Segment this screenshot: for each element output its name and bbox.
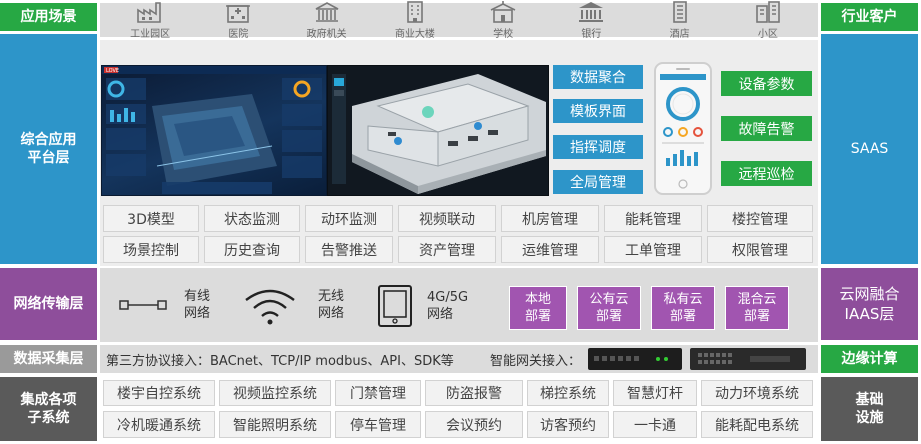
gateway-device-1 [588,348,682,370]
feature-status-monitor[interactable]: 状态监测 [204,205,300,232]
dashboard-screenshot: LOVE [101,65,327,196]
gateway-device-2 [690,348,806,370]
wireless-label: 无线 网络 [318,289,345,321]
label-iaas: 云网融合 IAAS层 [821,268,918,340]
government-icon [315,2,339,22]
subsystem-one-card[interactable]: 一卡通 [613,411,697,438]
bank-icon [579,2,604,22]
factory-icon [137,2,161,23]
school-icon [490,1,516,23]
scene-label: 商业大楼 [394,29,435,40]
subsystem-video-surveillance[interactable]: 视频监控系统 [219,380,331,406]
scene-hotel: 酒店 [640,0,720,40]
feature-env-monitor[interactable]: 动环监测 [305,205,393,232]
feature-workorder-mgmt[interactable]: 工单管理 [604,236,702,263]
scene-bank: 银行 [551,0,631,40]
subsystem-smart-lighting[interactable]: 智能照明系统 [219,411,331,438]
hospital-icon [226,5,251,23]
scene-residential: 小区 [728,0,808,40]
feature-om-mgmt[interactable]: 运维管理 [501,236,599,263]
scene-industrial-park: 工业园区 [110,0,190,40]
feature-datacenter-mgmt[interactable]: 机房管理 [501,205,599,232]
gateway-device-graphic [594,356,668,361]
network-cellular: 4G/5G 网络 [375,283,485,329]
deploy-public-cloud[interactable]: 公有云 部署 [577,286,641,330]
subsystem-meeting-booking[interactable]: 会议预约 [425,411,523,438]
feature-3d-model[interactable]: 3D模型 [103,205,199,232]
label-edge: 边缘计算 [821,345,918,373]
feature-asset-mgmt[interactable]: 资产管理 [398,236,496,263]
phone-mockup [654,62,712,195]
label-customers: 行业客户 [821,3,918,31]
scene-school: 学校 [463,0,543,40]
scene-government: 政府机关 [287,0,367,40]
feature-energy-mgmt[interactable]: 能耗管理 [604,205,702,232]
scene-label: 医院 [228,29,249,40]
label-platform-layer: 综合应用 平台层 [0,34,97,264]
label-integration-layer: 集成各项 子系统 [0,377,97,441]
dashboard-badge: LOVE [106,68,119,74]
protocols-text: 第三方协议接入：BACnet、TCP/IP modbus、API、SDK等 [106,354,454,369]
label-scenes: 应用场景 [0,3,97,31]
scene-label: 酒店 [669,29,690,40]
residential-icon [756,1,780,23]
subsystem-intrusion-alarm[interactable]: 防盗报警 [425,380,523,406]
wired-label: 有线 网络 [184,289,211,321]
tablet-icon [378,285,412,327]
network-wired: 有线 网络 [118,285,228,325]
btn-data-aggregation[interactable]: 数据聚合 [553,65,643,89]
wifi-icon [245,289,295,325]
hotel-icon [672,1,687,23]
switch-device-graphic [698,353,790,364]
subsystem-visitor-booking[interactable]: 访客预约 [527,411,609,438]
btn-template-ui[interactable]: 模板界面 [553,99,643,123]
feature-video-linkage[interactable]: 视频联动 [398,205,496,232]
subsystem-parking[interactable]: 停车管理 [335,411,421,438]
btn-device-params[interactable]: 设备参数 [721,71,812,96]
dashboard-graphic: LOVE [102,66,326,194]
deploy-private-cloud[interactable]: 私有云 部署 [651,286,715,330]
deploy-local[interactable]: 本地 部署 [509,286,567,330]
btn-global-management[interactable]: 全局管理 [553,170,643,194]
scene-label: 工业园区 [130,29,171,40]
feature-history-query[interactable]: 历史查询 [204,236,300,263]
label-collect-layer: 数据采集层 [0,345,97,373]
subsystem-hvac[interactable]: 冷机暖通系统 [103,411,215,438]
scene-label: 银行 [581,29,602,40]
label-infra: 基础 设施 [821,377,918,441]
label-network-layer: 网络传输层 [0,268,97,340]
floorplan-graphic [332,74,546,194]
subsystem-access-control[interactable]: 门禁管理 [335,380,421,406]
btn-remote-patrol[interactable]: 远程巡检 [721,161,812,186]
phone-screen-graphic [660,68,706,189]
network-wireless: 无线 网络 [240,283,360,327]
scene-label: 小区 [757,29,778,40]
floorplan-screenshot [327,65,549,196]
scene-label: 学校 [493,29,514,40]
subsystem-elevator[interactable]: 梯控系统 [527,380,609,406]
scene-commercial-building: 商业大楼 [375,0,455,40]
gateway-text: 智能网关接入： [490,354,582,369]
label-saas: SAAS [821,34,918,264]
subsystem-power-distribution[interactable]: 能耗配电系统 [701,411,813,438]
deploy-hybrid-cloud[interactable]: 混合云 部署 [725,286,789,330]
btn-fault-alarm[interactable]: 故障告警 [721,116,812,141]
feature-permission-mgmt[interactable]: 权限管理 [707,236,813,263]
feature-alarm-push[interactable]: 告警推送 [305,236,393,263]
subsystem-bas[interactable]: 楼宇自控系统 [103,380,215,406]
btn-command-dispatch[interactable]: 指挥调度 [553,135,643,159]
subsystem-power-env[interactable]: 动力环境系统 [701,380,813,406]
feature-scene-control[interactable]: 场景控制 [103,236,199,263]
scenes-row: 工业园区 医院 政府机关 商业大楼 学校 银行 酒店 小区 [100,0,818,40]
cellular-label: 4G/5G 网络 [427,290,469,322]
scene-hospital: 医院 [198,0,278,40]
feature-building-control[interactable]: 楼控管理 [707,205,813,232]
building-icon [407,1,423,23]
scene-label: 政府机关 [306,29,347,40]
cable-icon [119,300,167,310]
subsystem-smart-pole[interactable]: 智慧灯杆 [613,380,697,406]
